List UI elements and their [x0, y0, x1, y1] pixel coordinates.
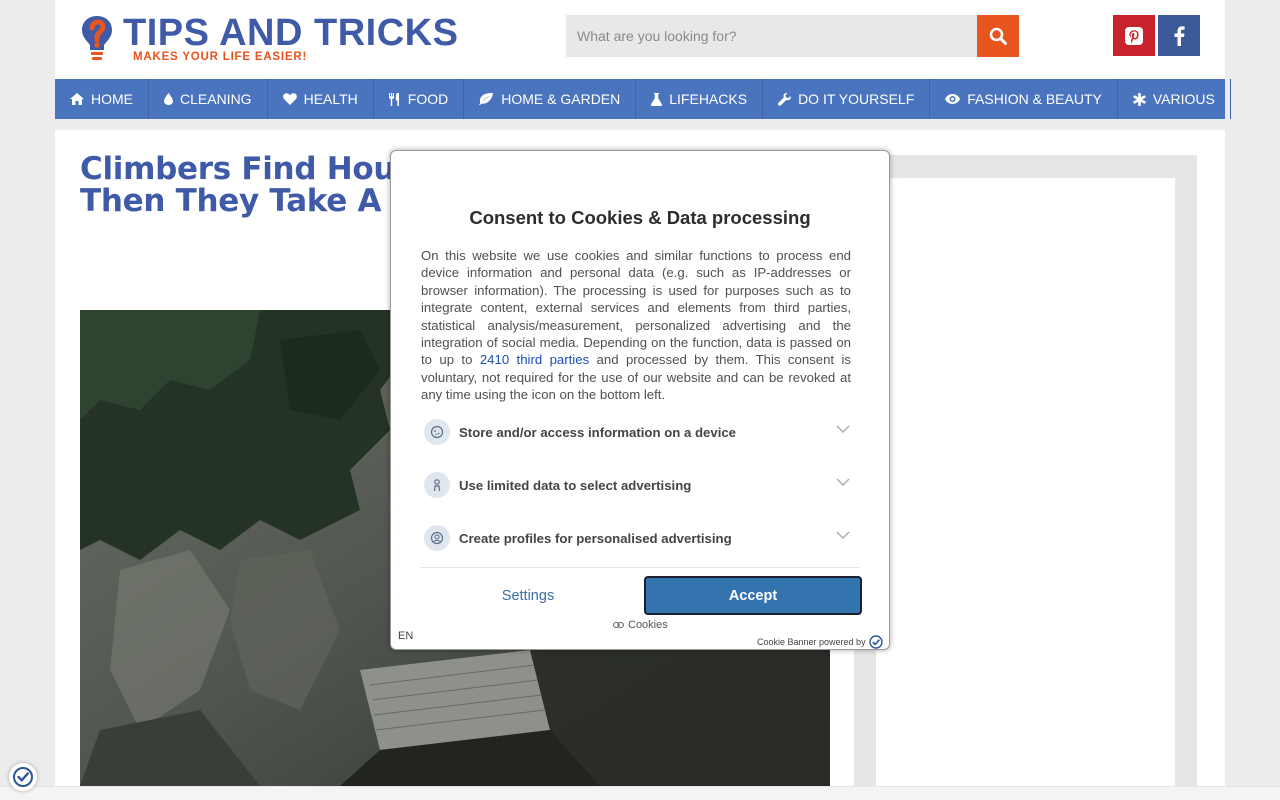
sidebar-ad-frame — [854, 155, 1197, 800]
shield-check-icon — [13, 767, 33, 787]
logo-title: TIPS AND TRICKS — [123, 12, 459, 54]
nav-label: FOOD — [407, 91, 449, 107]
asterisk-icon — [1133, 92, 1146, 106]
section-gap — [55, 119, 1225, 130]
main-nav: HOME CLEANING HEALTH FOOD HOME & GARDEN … — [55, 79, 1231, 119]
purpose-label: Store and/or access information on a dev… — [459, 424, 737, 440]
flask-icon — [651, 92, 663, 106]
consent-body-text: On this website we use cookies and simil… — [421, 248, 851, 368]
chevron-down-icon[interactable] — [832, 419, 854, 439]
consent-body: On this website we use cookies and simil… — [421, 247, 851, 404]
consent-divider — [421, 567, 859, 568]
settings-button[interactable]: Settings — [421, 577, 635, 615]
nav-label: DO IT YOURSELF — [798, 91, 915, 107]
cookie-icon — [424, 419, 450, 445]
leaf-icon — [479, 93, 494, 105]
facebook-icon — [1174, 25, 1185, 46]
purpose-limited-ads[interactable]: Use limited data to select advertising — [424, 472, 854, 498]
footer-edge — [0, 786, 1280, 800]
cookies-link-label: Cookies — [628, 619, 668, 631]
purpose-store-access[interactable]: Store and/or access information on a dev… — [424, 419, 854, 445]
chevron-down-icon[interactable] — [832, 472, 854, 492]
purpose-label: Create profiles for personalised adverti… — [459, 530, 732, 546]
eye-icon — [945, 94, 961, 104]
powered-by-label: Cookie Banner powered by — [757, 637, 866, 647]
article-title-line-1: Climbers Find Hous — [80, 151, 414, 187]
consent-brand-icon — [868, 635, 883, 649]
logo-tagline: MAKES YOUR LIFE EASIER! — [133, 51, 308, 63]
search-input[interactable] — [566, 15, 977, 57]
link-icon — [613, 621, 624, 629]
purpose-profiles-ads[interactable]: Create profiles for personalised adverti… — [424, 525, 854, 551]
wrench-icon — [778, 92, 791, 106]
purpose-label: Use limited data to select advertising — [459, 477, 692, 493]
cookie-consent-dialog: Consent to Cookies & Data processing On … — [390, 150, 890, 650]
nav-item-cleaning[interactable]: CLEANING — [149, 79, 268, 119]
heart-icon — [282, 93, 297, 105]
article-title-line-2: Then They Take A Lo — [80, 183, 433, 219]
pinterest-button[interactable] — [1113, 15, 1155, 56]
home-icon — [70, 93, 84, 105]
search-button[interactable] — [977, 15, 1019, 57]
pinterest-icon — [1125, 26, 1143, 45]
lightbulb-logo-icon — [82, 16, 112, 60]
accept-button[interactable]: Accept — [644, 576, 862, 615]
nav-item-diy[interactable]: DO IT YOURSELF — [763, 79, 931, 119]
nav-item-lifehacks[interactable]: LIFEHACKS — [636, 79, 764, 119]
nav-label: HOME — [91, 91, 133, 107]
nav-label: LIFEHACKS — [669, 91, 748, 107]
nav-item-various[interactable]: VARIOUS — [1118, 79, 1231, 119]
consent-settings-badge[interactable] — [9, 763, 37, 791]
search-icon — [989, 27, 1007, 45]
chevron-down-icon[interactable] — [832, 525, 854, 545]
third-parties-link[interactable]: 2410 third parties — [480, 352, 589, 367]
powered-by[interactable]: Cookie Banner powered by — [757, 635, 883, 649]
nav-item-fashion-beauty[interactable]: FASHION & BEAUTY — [930, 79, 1118, 119]
nav-item-health[interactable]: HEALTH — [268, 79, 374, 119]
person-icon — [424, 472, 450, 498]
profile-icon — [424, 525, 450, 551]
nav-item-home[interactable]: HOME — [55, 79, 149, 119]
nav-label: CLEANING — [180, 91, 252, 107]
consent-title: Consent to Cookies & Data processing — [469, 207, 811, 228]
nav-item-home-garden[interactable]: HOME & GARDEN — [464, 79, 637, 119]
drop-icon — [164, 93, 173, 105]
cutlery-icon — [388, 92, 401, 106]
cookies-link[interactable]: Cookies — [613, 619, 668, 631]
language-selector[interactable]: EN — [398, 630, 413, 642]
nav-label: VARIOUS — [1152, 91, 1215, 107]
nav-label: HOME & GARDEN — [501, 91, 621, 107]
facebook-button[interactable] — [1158, 15, 1200, 56]
nav-label: FASHION & BEAUTY — [967, 91, 1102, 107]
nav-label: HEALTH — [303, 91, 358, 107]
nav-item-food[interactable]: FOOD — [374, 79, 465, 119]
sidebar-ad-slot — [876, 178, 1175, 800]
site-logo[interactable]: TIPS AND TRICKS MAKES YOUR LIFE EASIER! — [80, 12, 480, 68]
